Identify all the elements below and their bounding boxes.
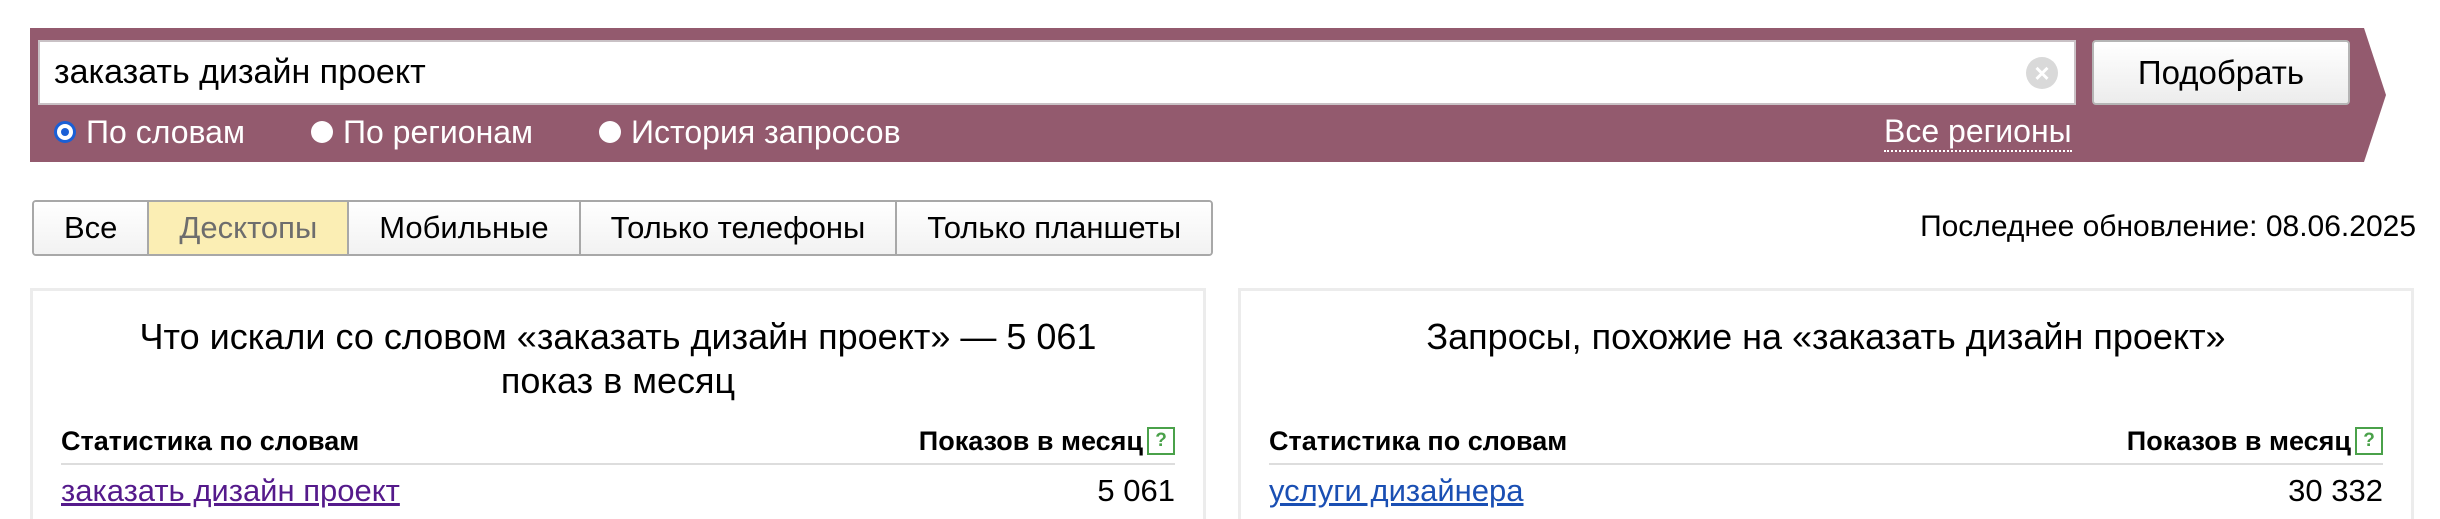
clear-icon[interactable]: ×: [2026, 57, 2058, 89]
column-shows-header-wrap: Показов в месяц ?: [919, 426, 1175, 457]
radio-query-history[interactable]: История запросов: [599, 114, 901, 151]
tab-desktops[interactable]: Десктопы: [149, 202, 350, 254]
column-shows-header-wrap: Показов в месяц ?: [2127, 426, 2383, 457]
radio-by-regions-dot[interactable]: [310, 121, 333, 143]
radio-by-words-label: По словам: [86, 113, 245, 150]
radio-by-words-dot[interactable]: [54, 121, 76, 143]
all-regions-link[interactable]: Все регионы: [1884, 112, 2072, 152]
shows-count: 5 061: [1097, 473, 1175, 508]
word-stats-header: Статистика по словам Показов в месяц ?: [61, 419, 1175, 465]
column-shows-header: Показов в месяц: [2126, 425, 2351, 456]
tab-all[interactable]: Все: [34, 202, 150, 254]
similar-queries-title: Запросы, похожие на «заказать дизайн про…: [1426, 316, 2226, 357]
search-input-wrap[interactable]: ×: [38, 40, 2076, 105]
table-row: услуги дизайнера 30 332: [1269, 467, 2383, 515]
shows-count: 30 332: [2288, 473, 2383, 508]
phrase-link[interactable]: заказать дизайн проект: [61, 473, 400, 509]
radio-query-history-dot[interactable]: [599, 121, 622, 143]
help-icon[interactable]: ?: [2355, 427, 2383, 455]
last-update-text: Последнее обновление: 08.06.2025: [1920, 210, 2416, 243]
device-tabs: Все Десктопы Мобильные Только телефоны Т…: [32, 200, 1214, 256]
radio-by-words[interactable]: По словам: [54, 114, 245, 151]
search-submit-button[interactable]: Подобрать: [2092, 40, 2350, 105]
similar-queries-header: Статистика по словам Показов в месяц ?: [1269, 419, 2383, 465]
radio-query-history-label: История запросов: [631, 113, 901, 150]
column-words-header: Статистика по словам: [1269, 425, 1568, 456]
similar-queries-panel: Запросы, похожие на «заказать дизайн про…: [1238, 288, 2414, 519]
tab-tablets-only[interactable]: Только планшеты: [897, 202, 1212, 254]
help-icon[interactable]: ?: [1147, 427, 1175, 455]
tab-mobile[interactable]: Мобильные: [349, 202, 581, 254]
radio-by-regions[interactable]: По регионам: [310, 113, 534, 151]
search-input[interactable]: [54, 42, 2014, 103]
radio-by-regions-label: По регионам: [342, 113, 534, 150]
phrase-link[interactable]: услуги дизайнера: [1269, 473, 1524, 509]
word-stats-title: Что искали со словом «заказать дизайн пр…: [139, 316, 1097, 401]
column-shows-header: Показов в месяц: [918, 425, 1143, 456]
word-stats-panel: Что искали со словом «заказать дизайн пр…: [30, 288, 1206, 519]
column-words-header: Статистика по словам: [61, 425, 360, 456]
tab-phones-only[interactable]: Только телефоны: [580, 202, 898, 254]
search-mode-group: По словам По регионам История запросов: [54, 112, 967, 152]
table-row: заказать дизайн проект 5 061: [61, 467, 1175, 515]
